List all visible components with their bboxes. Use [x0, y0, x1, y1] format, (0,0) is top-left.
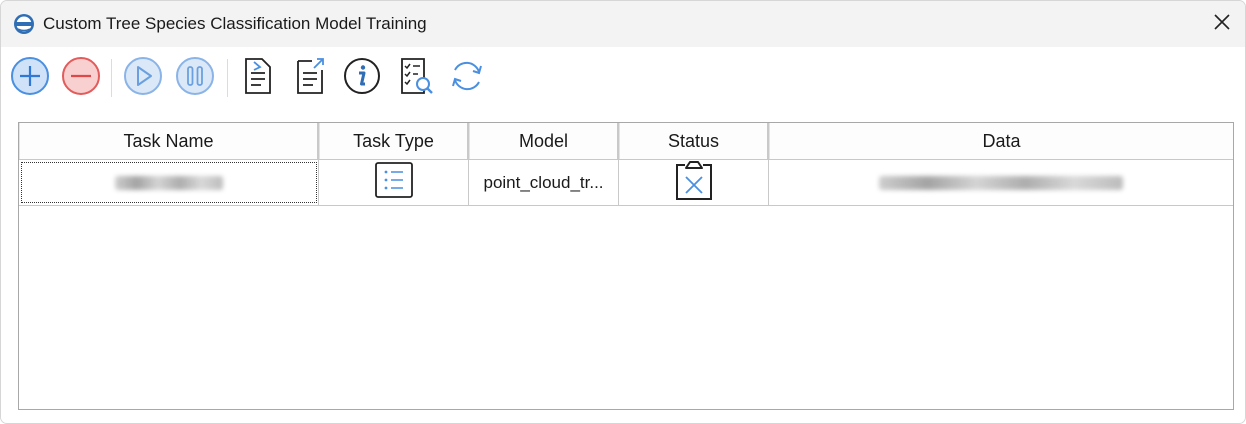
start-task-button[interactable]	[122, 56, 164, 101]
toolbar-separator	[227, 59, 228, 97]
title-bar: Custom Tree Species Classification Model…	[1, 1, 1245, 47]
data-cell[interactable]	[769, 160, 1233, 205]
status-cell[interactable]	[619, 160, 769, 205]
redacted-data-path	[879, 175, 1123, 190]
checklist-search-icon	[396, 56, 436, 101]
export-button[interactable]	[289, 57, 331, 99]
play-circle-icon	[123, 56, 163, 101]
close-icon	[1213, 13, 1231, 36]
document-import-icon	[240, 56, 276, 101]
minus-circle-icon	[61, 56, 101, 101]
add-task-button[interactable]	[9, 56, 51, 101]
pause-task-button[interactable]	[174, 56, 216, 101]
column-header-task-type[interactable]: Task Type	[319, 123, 469, 159]
pause-circle-icon	[175, 56, 215, 101]
redacted-task-name	[114, 175, 223, 190]
table-row[interactable]: point_cloud_tr...	[19, 160, 1233, 206]
view-log-button[interactable]	[395, 57, 437, 99]
plus-circle-icon	[10, 56, 50, 101]
column-header-model[interactable]: Model	[469, 123, 619, 159]
window-title: Custom Tree Species Classification Model…	[43, 14, 427, 33]
refresh-button[interactable]	[446, 57, 488, 99]
import-button[interactable]	[237, 57, 279, 99]
info-button[interactable]	[341, 57, 383, 99]
column-header-task-name[interactable]: Task Name	[19, 123, 319, 159]
column-header-status[interactable]: Status	[619, 123, 769, 159]
remove-task-button[interactable]	[60, 56, 102, 101]
column-header-data[interactable]: Data	[769, 123, 1233, 159]
app-logo-icon	[13, 13, 35, 35]
app-window: Custom Tree Species Classification Model…	[0, 0, 1246, 424]
task-type-cell[interactable]	[319, 160, 469, 205]
task-name-cell[interactable]	[19, 160, 319, 205]
info-icon	[342, 56, 382, 101]
model-cell[interactable]: point_cloud_tr...	[469, 160, 619, 205]
toolbar	[1, 47, 1245, 109]
close-button[interactable]	[1207, 9, 1237, 39]
task-table: Task Name Task Type Model Status Data po…	[18, 122, 1234, 410]
refresh-icon	[447, 56, 487, 101]
document-export-icon	[292, 56, 328, 101]
list-document-icon	[374, 161, 414, 204]
task-list-panel: Task Name Task Type Model Status Data po…	[1, 109, 1245, 423]
toolbar-separator	[111, 59, 112, 97]
clipboard-failed-icon	[673, 160, 715, 205]
table-header: Task Name Task Type Model Status Data	[19, 123, 1233, 160]
